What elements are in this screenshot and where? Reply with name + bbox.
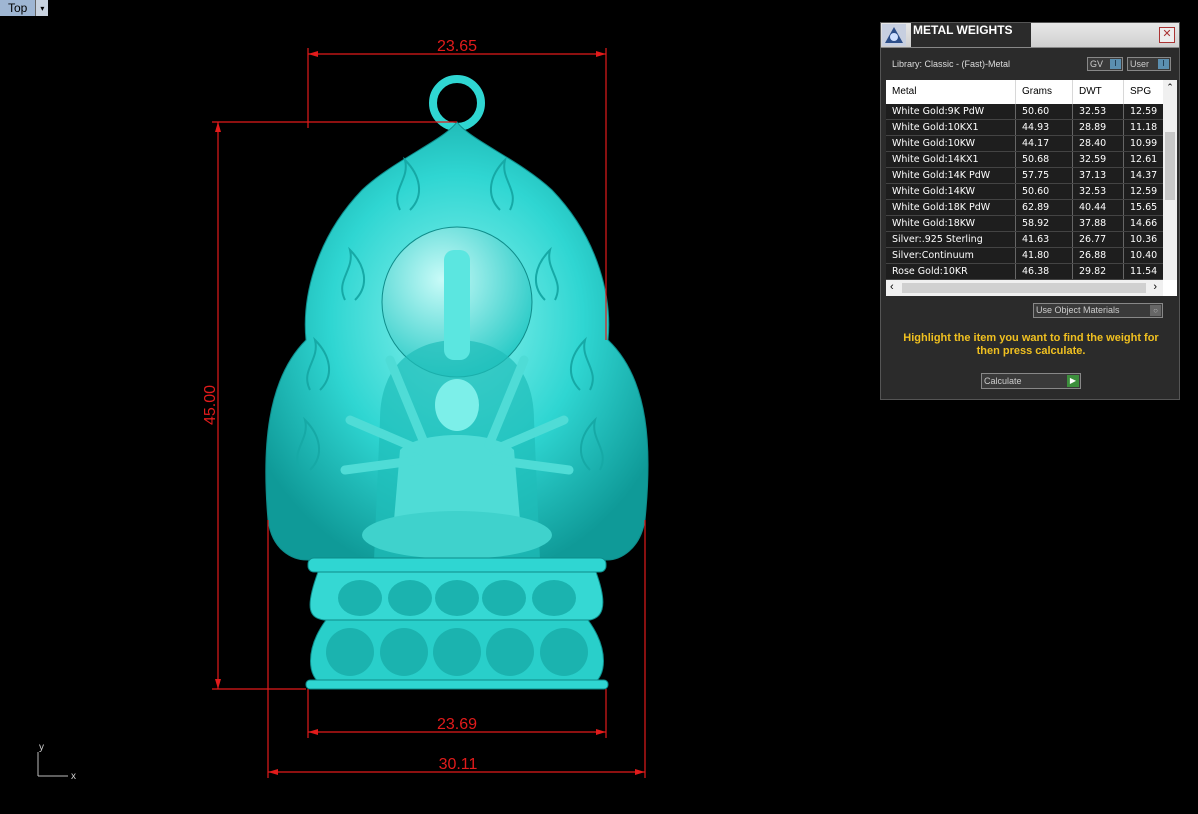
toggle-indicator-icon: I — [1110, 59, 1121, 69]
grams-cell: 50.68 — [1016, 152, 1073, 167]
scroll-up-icon[interactable]: ⌃ — [1163, 82, 1177, 93]
axis-indicator — [37, 752, 68, 777]
table-row[interactable]: Silver:.925 Sterling 41.63 26.77 10.36 — [886, 232, 1163, 248]
metal-cell: Silver:Continuum — [886, 248, 1016, 263]
dimension-height: 45.00 — [202, 385, 219, 425]
instruction-message: Highlight the item you want to find the … — [903, 332, 1159, 357]
axis-x-label: x — [71, 771, 76, 782]
axis-y-label: y — [39, 742, 44, 753]
grams-cell: 50.60 — [1016, 184, 1073, 199]
close-icon[interactable]: ✕ — [1159, 27, 1175, 43]
grams-cell: 57.75 — [1016, 168, 1073, 183]
metal-cell: Rose Gold:10KR — [886, 264, 1016, 279]
use-object-materials-toggle[interactable]: Use Object Materials ○ — [1033, 303, 1163, 318]
lotus-base — [305, 557, 609, 690]
grams-cell: 44.17 — [1016, 136, 1073, 151]
grams-cell: 46.38 — [1016, 264, 1073, 279]
scroll-left-icon[interactable]: ‹ — [890, 281, 894, 293]
metal-cell: White Gold:14KX1 — [886, 152, 1016, 167]
app-logo-icon — [882, 24, 906, 46]
metal-table[interactable]: Metal Grams DWT SPG White Gold:9K PdW 50.… — [886, 80, 1177, 296]
dwt-cell: 32.53 — [1073, 184, 1124, 199]
calculate-label: Calculate — [984, 376, 1022, 386]
vertical-scroll-thumb[interactable] — [1165, 132, 1175, 200]
table-row[interactable]: White Gold:10KX1 44.93 28.89 11.18 — [886, 120, 1163, 136]
spg-cell: 11.54 — [1130, 266, 1158, 277]
grams-cell: 41.63 — [1016, 232, 1073, 247]
use-object-materials-label: Use Object Materials — [1036, 305, 1120, 315]
table-row[interactable]: White Gold:9K PdW 50.60 32.53 12.59 — [886, 104, 1163, 120]
spg-cell: 15.65 — [1130, 202, 1158, 213]
user-toggle[interactable]: User I — [1127, 57, 1171, 71]
dwt-cell: 26.88 — [1073, 248, 1124, 263]
metal-cell: White Gold:18KW — [886, 216, 1016, 231]
table-row[interactable]: White Gold:14K PdW 57.75 37.13 14.37 — [886, 168, 1163, 184]
grams-cell: 41.80 — [1016, 248, 1073, 263]
table-row[interactable]: White Gold:14KX1 50.68 32.59 12.61 — [886, 152, 1163, 168]
metal-cell: White Gold:18K PdW — [886, 200, 1016, 215]
metal-cell: White Gold:10KX1 — [886, 120, 1016, 135]
metal-cell: White Gold:14K PdW — [886, 168, 1016, 183]
table-row[interactable]: White Gold:14KW 50.60 32.53 12.59 — [886, 184, 1163, 200]
column-header-dwt[interactable]: DWT — [1073, 80, 1124, 104]
gv-toggle[interactable]: GV I — [1087, 57, 1123, 71]
radio-indicator-icon: ○ — [1150, 305, 1161, 316]
dwt-cell: 40.44 — [1073, 200, 1124, 215]
toggle-indicator-icon: I — [1158, 59, 1169, 69]
spg-cell: 12.59 — [1130, 186, 1158, 197]
dimension-base-width: 23.69 — [437, 716, 477, 733]
table-row[interactable]: Silver:Continuum 41.80 26.88 10.40 — [886, 248, 1163, 264]
dimension-top-width: 23.65 — [437, 38, 477, 55]
table-row[interactable]: Rose Gold:10KR 46.38 29.82 11.54 — [886, 264, 1163, 280]
play-arrow-icon: ▶ — [1067, 375, 1079, 387]
spg-cell: 14.66 — [1130, 218, 1158, 229]
table-row[interactable]: White Gold:10KW 44.17 28.40 10.99 — [886, 136, 1163, 152]
metal-weights-panel[interactable]: METAL WEIGHTS ✕ Library: Classic - (Fast… — [880, 22, 1180, 400]
column-header-grams[interactable]: Grams — [1016, 80, 1073, 104]
column-header-spg[interactable]: SPG — [1124, 80, 1163, 104]
spg-cell: 10.99 — [1130, 138, 1158, 149]
table-rows: White Gold:9K PdW 50.60 32.53 12.59 White G… — [886, 104, 1163, 280]
dwt-cell: 29.82 — [1073, 264, 1124, 279]
dwt-cell: 32.59 — [1073, 152, 1124, 167]
horizontal-scrollbar[interactable]: ‹ › — [886, 280, 1163, 296]
gv-toggle-label: GV — [1090, 59, 1104, 69]
calculate-button[interactable]: Calculate ▶ — [981, 373, 1081, 389]
metal-cell: White Gold:10KW — [886, 136, 1016, 151]
metal-cell: White Gold:9K PdW — [886, 104, 1016, 119]
table-row[interactable]: White Gold:18KW 58.92 37.88 14.66 — [886, 216, 1163, 232]
horizontal-scroll-thumb[interactable] — [902, 283, 1146, 293]
dwt-cell: 28.40 — [1073, 136, 1124, 151]
table-row[interactable]: White Gold:18K PdW 62.89 40.44 15.65 — [886, 200, 1163, 216]
column-header-metal[interactable]: Metal — [886, 80, 1016, 104]
metal-cell: Silver:.925 Sterling — [886, 232, 1016, 247]
dwt-cell: 26.77 — [1073, 232, 1124, 247]
dimension-total-width: 30.11 — [439, 756, 478, 773]
spg-cell: 10.40 — [1130, 250, 1158, 261]
table-header: Metal Grams DWT SPG — [886, 80, 1163, 105]
spg-cell: 12.61 — [1130, 154, 1158, 165]
grams-cell: 58.92 — [1016, 216, 1073, 231]
grams-cell: 62.89 — [1016, 200, 1073, 215]
metal-cell: White Gold:14KW — [886, 184, 1016, 199]
dwt-cell: 37.13 — [1073, 168, 1124, 183]
dwt-cell: 32.53 — [1073, 104, 1124, 119]
user-toggle-label: User — [1130, 59, 1150, 69]
library-label: Library: Classic - (Fast)-Metal — [892, 59, 1011, 69]
spg-cell: 14.37 — [1130, 170, 1158, 181]
spg-cell: 10.36 — [1130, 234, 1158, 245]
grams-cell: 50.60 — [1016, 104, 1073, 119]
vertical-scrollbar[interactable]: ⌃ — [1163, 80, 1177, 280]
spg-cell: 11.18 — [1130, 122, 1158, 133]
dwt-cell: 28.89 — [1073, 120, 1124, 135]
panel-titlebar[interactable]: METAL WEIGHTS ✕ — [881, 23, 1179, 48]
spg-cell: 12.59 — [1130, 106, 1158, 117]
dwt-cell: 37.88 — [1073, 216, 1124, 231]
pendant-loop — [429, 75, 485, 131]
panel-title: METAL WEIGHTS — [911, 23, 1031, 47]
pendant-model[interactable] — [265, 75, 649, 690]
grams-cell: 44.93 — [1016, 120, 1073, 135]
scroll-right-icon[interactable]: › — [1153, 281, 1157, 293]
